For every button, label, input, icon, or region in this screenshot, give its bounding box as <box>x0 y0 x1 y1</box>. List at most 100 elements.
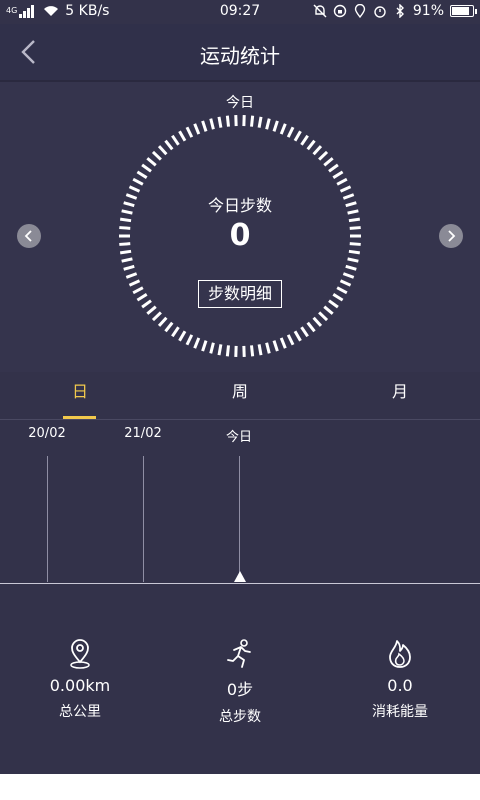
clock: 09:27 <box>219 3 261 19</box>
energy-stat: 0.0 消耗能量 <box>340 638 460 721</box>
ring-tick <box>125 272 138 279</box>
ring-tick <box>146 305 157 315</box>
ring-tick <box>279 123 287 135</box>
ring-tick <box>345 264 357 271</box>
ring-tick <box>318 150 329 161</box>
ring-tick <box>128 279 141 287</box>
ring-tick <box>323 157 334 167</box>
ring-tick <box>306 139 316 151</box>
ring-tick <box>328 299 339 309</box>
mute-bell-icon <box>313 4 327 18</box>
ring-tick <box>312 316 323 327</box>
ring-tick <box>217 116 223 128</box>
ring-tick <box>209 118 215 130</box>
next-day-button[interactable] <box>439 224 463 248</box>
ring-tick <box>201 340 208 352</box>
selected-day-pointer-icon <box>234 571 246 582</box>
ring-tick <box>151 311 162 322</box>
ring-tick <box>286 334 295 346</box>
ring-tick <box>300 326 309 338</box>
timeline-label: 今日 <box>225 430 252 445</box>
step-detail-button[interactable]: 步数明细 <box>198 280 282 308</box>
ring-tick <box>164 321 174 333</box>
ring-tick <box>336 286 348 295</box>
period-tabs: 日 周 月 <box>0 372 480 420</box>
ring-tick <box>121 257 133 263</box>
steps-label: 总步数 <box>219 709 261 725</box>
ring-tick <box>293 130 302 142</box>
battery-icon <box>450 5 477 17</box>
ring-tick <box>225 345 230 357</box>
flame-icon <box>389 640 411 668</box>
status-bar: 4G 5 KB/s 09:27 91% <box>0 0 480 24</box>
timeline-day-bar[interactable] <box>239 456 240 582</box>
ring-tick <box>272 120 279 132</box>
timeline-day-bar[interactable] <box>47 456 48 582</box>
location-pin-icon <box>70 639 90 669</box>
ring-tick <box>336 177 348 186</box>
ring-tick <box>250 345 255 357</box>
bluetooth-icon <box>396 4 404 18</box>
ring-tick <box>185 334 194 346</box>
ring-tick <box>257 116 263 128</box>
timeline-day-bar[interactable] <box>143 456 144 582</box>
ring-tick <box>151 150 162 161</box>
ring-tick <box>132 286 144 295</box>
ring-tick <box>146 157 157 167</box>
ring-tick <box>141 163 152 173</box>
page-title: 运动统计 <box>200 44 280 68</box>
tab-day[interactable]: 日 <box>30 372 130 420</box>
steps-count: 0 <box>229 218 251 253</box>
header-bar: 运动统计 <box>0 24 480 80</box>
ring-tick <box>157 145 168 156</box>
tab-month[interactable]: 月 <box>350 372 450 420</box>
ring-tick <box>306 321 316 333</box>
ring-tick <box>265 342 271 354</box>
ring-tick <box>318 311 329 322</box>
ring-tick <box>171 134 180 146</box>
timeline-label: 21/02 <box>124 426 162 441</box>
ring-tick <box>201 120 208 132</box>
ring-tick <box>250 115 255 127</box>
day-timeline[interactable]: 20/02 21/02 今日 <box>0 420 480 586</box>
app-screen: 4G 5 KB/s 09:27 91% 运动统计 今日 今日步数 0 步数明细 … <box>0 0 480 774</box>
previous-day-button[interactable] <box>17 224 41 248</box>
ring-tick <box>300 134 309 146</box>
ring-tick <box>225 115 230 127</box>
timeline-label: 20/02 <box>28 426 66 441</box>
ring-tick <box>272 340 279 352</box>
distance-value: 0.00km <box>49 676 111 695</box>
today-summary: 今日 今日步数 0 步数明细 <box>0 82 480 372</box>
ring-tick <box>293 330 302 342</box>
ring-tick <box>178 130 187 142</box>
ring-tick <box>279 337 287 349</box>
ring-tick <box>171 326 180 338</box>
ring-label: 今日步数 <box>207 196 272 215</box>
ring-tick <box>286 126 295 138</box>
ring-tick <box>339 185 352 193</box>
ring-tick <box>164 139 174 151</box>
tab-week[interactable]: 周 <box>190 372 290 420</box>
ring-tick <box>312 145 323 156</box>
steps-value: 0步 <box>226 680 254 699</box>
ring-tick <box>141 299 152 309</box>
timeline-baseline <box>0 583 480 584</box>
ring-tick <box>328 163 339 173</box>
distance-stat: 0.00km 总公里 <box>20 638 140 721</box>
ring-tick <box>178 330 187 342</box>
stats-summary: 0.00km 总公里 0步 总步数 0.0 消耗能量 <box>0 586 480 774</box>
ring-tick <box>217 344 223 356</box>
rotation-lock-icon <box>333 4 347 18</box>
battery-percent: 91% <box>412 3 444 19</box>
ring-tick <box>342 272 355 279</box>
ring-tick <box>332 293 344 302</box>
energy-label: 消耗能量 <box>372 704 428 720</box>
ring-tick <box>157 316 168 327</box>
ring-tick <box>265 118 271 130</box>
ring-tick <box>209 342 215 354</box>
ring-tick <box>347 257 359 263</box>
ring-tick <box>332 170 344 179</box>
running-icon <box>227 639 251 668</box>
ring-tick <box>185 126 194 138</box>
ring-tick <box>136 170 148 179</box>
